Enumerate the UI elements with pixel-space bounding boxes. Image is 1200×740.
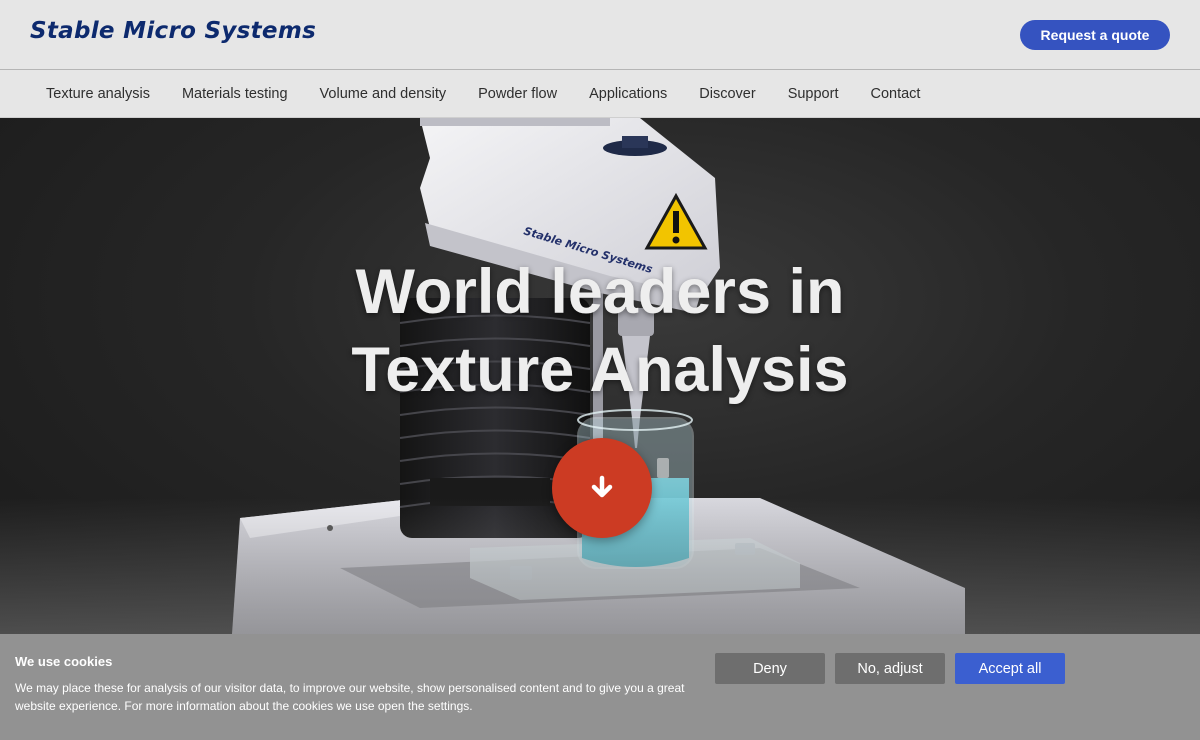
scroll-down-button[interactable] xyxy=(552,438,652,538)
hero-title-line1: World leaders in xyxy=(355,257,845,327)
deny-cookies-button[interactable]: Deny xyxy=(715,653,825,684)
cookie-banner-title: We use cookies xyxy=(15,654,113,669)
accept-all-cookies-button[interactable]: Accept all xyxy=(955,653,1065,684)
nav-item-texture-analysis[interactable]: Texture analysis xyxy=(30,86,166,102)
hero-banner: Stable Micro Systems World leaders in Te… xyxy=(0,118,1200,634)
cookie-banner-text: We may place these for analysis of our v… xyxy=(15,681,685,713)
nav-item-volume-density[interactable]: Volume and density xyxy=(304,86,463,102)
request-quote-button[interactable]: Request a quote xyxy=(1020,20,1170,50)
arrow-down-icon xyxy=(591,475,613,498)
nav-item-materials-testing[interactable]: Materials testing xyxy=(166,86,304,102)
nav-item-powder-flow[interactable]: Powder flow xyxy=(462,86,573,102)
nav-item-contact[interactable]: Contact xyxy=(854,86,936,102)
hero-title: World leaders in Texture Analysis xyxy=(300,253,900,409)
nav-item-applications[interactable]: Applications xyxy=(573,86,683,102)
main-nav: Texture analysis Materials testing Volum… xyxy=(0,69,1200,118)
site-header: Stable Micro Systems Request a quote xyxy=(0,0,1200,69)
site-logo[interactable]: Stable Micro Systems xyxy=(30,18,316,44)
adjust-cookies-button[interactable]: No, adjust xyxy=(835,653,945,684)
hero-title-line2: Texture Analysis xyxy=(351,335,849,405)
nav-item-discover[interactable]: Discover xyxy=(683,86,771,102)
nav-item-support[interactable]: Support xyxy=(772,86,855,102)
cookie-banner: We use cookies We may place these for an… xyxy=(0,634,1200,740)
